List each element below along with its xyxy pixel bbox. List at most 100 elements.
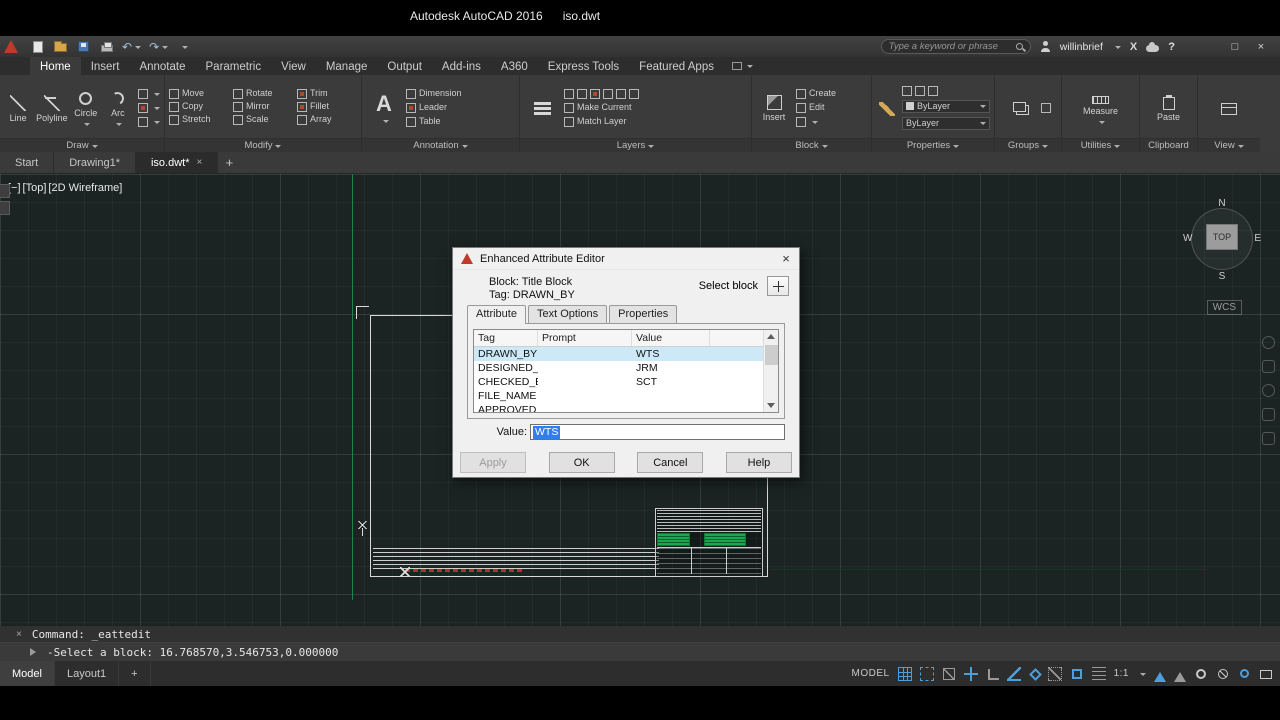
grid-icon[interactable] [897, 666, 912, 681]
dialog-close-icon[interactable]: × [773, 248, 799, 270]
compass-west-label[interactable]: W [1183, 234, 1192, 244]
table-button[interactable]: Table [406, 116, 462, 127]
ortho-icon[interactable] [987, 668, 999, 680]
panel-label-groups[interactable]: Groups [995, 138, 1061, 152]
chevron-down-icon[interactable] [84, 122, 91, 129]
view-control[interactable]: [Top] [23, 182, 47, 194]
panel-label-layers[interactable]: Layers [520, 138, 751, 152]
layer-freeze-icon[interactable] [590, 88, 600, 99]
chevron-down-icon[interactable] [1099, 120, 1105, 127]
header-prompt[interactable]: Prompt [538, 330, 632, 346]
plot-button[interactable] [99, 39, 114, 54]
tab-annotate[interactable]: Annotate [129, 57, 195, 75]
search-icon[interactable] [1015, 43, 1023, 50]
ribbon-display-toggle[interactable] [724, 57, 761, 75]
open-button[interactable] [53, 39, 68, 54]
match-properties-button[interactable] [876, 100, 898, 116]
table-scrollbar[interactable] [763, 330, 778, 412]
header-value[interactable]: Value [632, 330, 710, 346]
arc-button[interactable]: Arc [104, 89, 132, 127]
chevron-down-icon[interactable] [154, 120, 160, 127]
layer-off-icon[interactable] [564, 88, 574, 99]
scroll-up-icon[interactable] [764, 330, 779, 344]
make-current-button[interactable]: Make Current [564, 102, 747, 113]
polyline-button[interactable]: Polyline [36, 93, 68, 123]
panel-label-draw[interactable]: Draw [0, 138, 164, 152]
qat-customize-button[interactable] [176, 39, 191, 54]
ucs-indicator[interactable]: WCS [1206, 300, 1242, 315]
scrollbar-thumb[interactable] [764, 345, 778, 365]
signin-dropdown-icon[interactable] [1114, 45, 1121, 52]
mirror-button[interactable]: Mirror [233, 101, 293, 112]
isolate-objects-icon[interactable] [1218, 668, 1228, 679]
tab-properties[interactable]: Properties [609, 305, 678, 324]
panel-label-utilities[interactable]: Utilities [1062, 138, 1139, 152]
redo-dropdown-icon[interactable] [162, 45, 169, 52]
redo-button[interactable]: ↷ [149, 39, 169, 54]
match-layer-button[interactable]: Match Layer [564, 116, 747, 127]
annotation-scale-label[interactable]: 1:1 [1114, 668, 1129, 679]
stay-connected-icon[interactable] [1146, 41, 1160, 52]
navigation-wheel-icon[interactable] [1261, 336, 1275, 349]
stretch-button[interactable]: Stretch [169, 114, 229, 125]
text-button[interactable]: A [366, 91, 402, 124]
chevron-down-icon[interactable] [154, 92, 160, 99]
zoom-icon[interactable] [1261, 384, 1275, 397]
scroll-down-icon[interactable] [764, 398, 779, 412]
tab-output[interactable]: Output [377, 57, 432, 75]
panel-label-clipboard[interactable]: Clipboard [1140, 138, 1197, 152]
palette-tab[interactable] [0, 201, 10, 215]
group-button[interactable] [1005, 100, 1037, 116]
tab-express-tools[interactable]: Express Tools [538, 57, 629, 75]
insert-block-button[interactable]: Insert [756, 93, 792, 122]
file-tab-drawing1[interactable]: Drawing1* [54, 152, 136, 173]
leader-button[interactable]: Leader [406, 102, 462, 113]
hatch-icon[interactable] [138, 102, 148, 113]
clean-screen-icon[interactable] [1260, 670, 1272, 679]
edit-attributes-icon[interactable] [796, 116, 806, 127]
palette-tab[interactable] [0, 184, 10, 198]
compass-south-label[interactable]: S [1219, 272, 1226, 282]
visual-style-control[interactable]: [2D Wireframe] [48, 182, 122, 194]
lineweight-dropdown[interactable]: ByLayer [902, 116, 990, 130]
command-line-window[interactable]: × Command: _eattedit -Select a block: 16… [0, 626, 1280, 661]
minimize-button[interactable] [1198, 41, 1220, 53]
color-dropdown[interactable]: ByLayer [902, 99, 990, 113]
tab-attribute[interactable]: Attribute [467, 305, 526, 324]
paste-button[interactable]: Paste [1153, 93, 1185, 122]
maximize-button[interactable]: □ [1224, 41, 1246, 53]
file-tab-start[interactable]: Start [0, 152, 55, 173]
save-button[interactable] [76, 39, 91, 54]
signin-username[interactable]: willinbrief [1060, 41, 1103, 53]
panel-label-block[interactable]: Block [752, 138, 871, 152]
close-button[interactable]: × [1250, 41, 1272, 53]
layer-lock-icon[interactable] [603, 88, 613, 99]
table-row[interactable]: DRAWN_BY WTS [474, 347, 778, 361]
tab-a360[interactable]: A360 [491, 57, 538, 75]
table-row[interactable]: APPROVED [474, 403, 778, 412]
chevron-down-icon[interactable] [116, 122, 123, 129]
table-row[interactable]: FILE_NAME [474, 389, 778, 403]
annotation-scale-dropdown-icon[interactable] [1140, 672, 1146, 679]
table-row[interactable]: DESIGNED_... JRM [474, 361, 778, 375]
dynamic-input-icon[interactable] [963, 666, 978, 681]
tab-view[interactable]: View [271, 57, 316, 75]
move-button[interactable]: Move [169, 88, 229, 99]
space-label[interactable]: MODEL [852, 668, 890, 679]
chevron-down-icon[interactable] [382, 120, 389, 126]
layer-isolate-icon[interactable] [577, 88, 587, 99]
chevron-down-icon[interactable] [154, 106, 160, 113]
pan-icon[interactable] [1261, 360, 1275, 373]
base-view-button[interactable] [1213, 101, 1245, 115]
infer-constraints-icon[interactable] [942, 667, 955, 680]
tab-add-ins[interactable]: Add-ins [432, 57, 491, 75]
close-tab-icon[interactable]: × [197, 157, 203, 168]
object-color-icon[interactable] [902, 85, 912, 96]
new-tab-button[interactable]: + [218, 152, 240, 173]
measure-button[interactable]: Measure [1079, 91, 1123, 125]
value-input[interactable]: WTS [530, 424, 785, 440]
viewcube[interactable]: N W E S TOP [1183, 199, 1261, 282]
graphics-performance-icon[interactable] [1240, 669, 1249, 678]
autoscale-icon[interactable] [1174, 666, 1186, 682]
tab-home[interactable]: Home [30, 57, 81, 75]
